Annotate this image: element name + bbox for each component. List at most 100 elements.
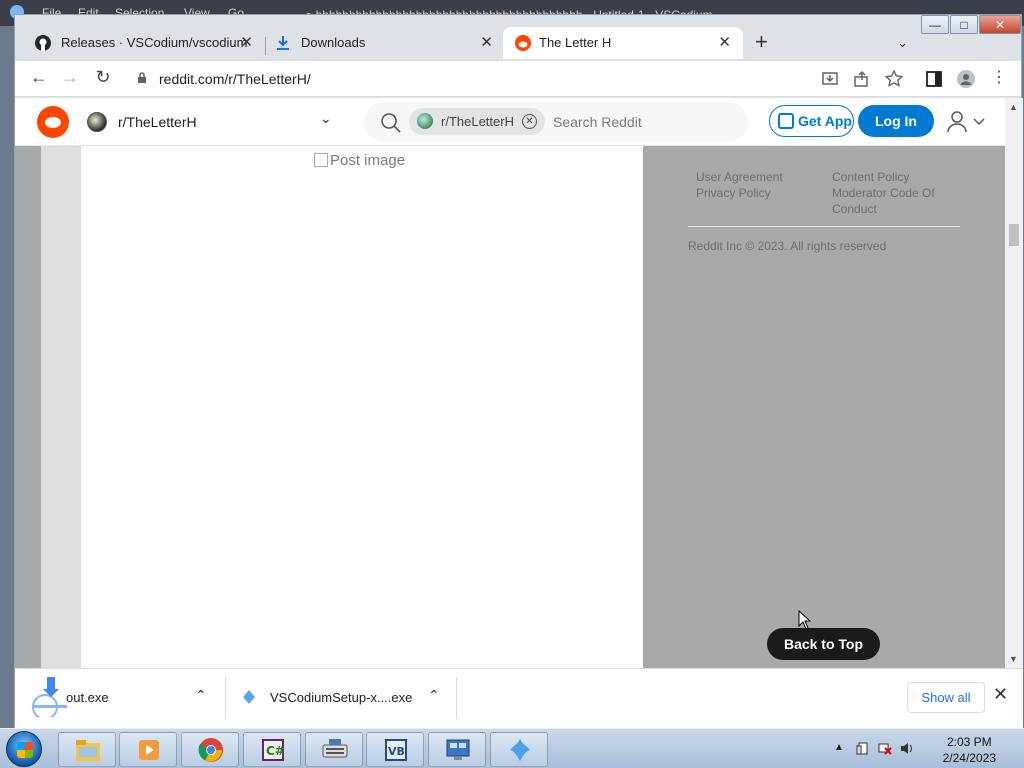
clock-time: 2:03 PM	[946, 735, 992, 749]
user-menu-icon[interactable]	[947, 110, 987, 134]
vscodium-file-icon	[243, 690, 255, 704]
side-panel-icon[interactable]	[925, 70, 943, 88]
link-user-agreement[interactable]: User Agreement	[696, 169, 783, 185]
downloads-shelf: out.exe ⌃ VSCodiumSetup-x....exe ⌃ Show …	[15, 668, 1023, 728]
taskbar-visual-basic[interactable]: VB	[366, 732, 424, 767]
action-center-icon[interactable]	[856, 742, 870, 755]
show-all-downloads-button[interactable]: Show all	[907, 682, 985, 713]
download-options-chevron-icon[interactable]: ⌃	[428, 687, 440, 704]
install-app-icon[interactable]	[821, 70, 839, 88]
close-downloads-shelf-icon[interactable]: ✕	[993, 684, 1008, 705]
reddit-search-bar[interactable]: r/TheLetterH ✕ Search Reddit	[364, 102, 748, 142]
download-item-out[interactable]: out.exe ⌃	[15, 669, 225, 729]
chrome-window: — □ ✕ Releases · VSCodium/vscodium ✕ Dow…	[14, 14, 1023, 728]
tab-search-chevron-icon[interactable]: ⌄	[897, 35, 908, 51]
windows-logo-icon	[17, 742, 33, 758]
scrollbar-thumb[interactable]	[1009, 224, 1019, 246]
explorer-icon	[76, 740, 100, 761]
taskbar-vscodium[interactable]	[490, 732, 548, 767]
back-arrow-icon[interactable]: ←	[27, 67, 51, 88]
chip-subreddit-avatar	[417, 113, 433, 129]
volume-icon[interactable]	[900, 742, 914, 755]
taskbar-chrome[interactable]	[181, 732, 239, 767]
close-tab-icon[interactable]: ✕	[240, 27, 253, 59]
subreddit-dropdown-chevron-icon[interactable]: ⌄	[320, 110, 332, 127]
search-scope-chip[interactable]: r/TheLetterH ✕	[409, 108, 545, 135]
download-progress-icon	[32, 677, 67, 717]
tab-downloads[interactable]: Downloads ✕	[255, 27, 505, 59]
kebab-menu-icon[interactable]: ⋮	[987, 67, 1011, 87]
reddit-header: r/TheLetterH ⌄ r/TheLetterH ✕ Search Red…	[15, 98, 1005, 146]
download-separator	[225, 677, 226, 719]
scroll-down-arrow-icon[interactable]: ▼	[1009, 654, 1018, 664]
subreddit-name[interactable]: r/TheLetterH	[118, 114, 197, 130]
login-button[interactable]: Log In	[858, 105, 934, 137]
bookmark-star-icon[interactable]	[885, 70, 903, 88]
windows-taskbar: C# VB ▲ 2:03 PM 2/24/2023	[0, 728, 1024, 768]
tab-releases[interactable]: Releases · VSCodium/vscodium ✕	[15, 27, 265, 59]
taskbar-keyboard[interactable]	[305, 732, 363, 767]
download-options-chevron-icon[interactable]: ⌃	[195, 687, 207, 704]
link-moderator-code-cont[interactable]: Conduct	[832, 201, 877, 217]
chrome-icon	[198, 738, 223, 762]
profile-icon[interactable]	[957, 70, 975, 88]
link-privacy-policy[interactable]: Privacy Policy	[696, 185, 771, 201]
forward-arrow-icon[interactable]: →	[58, 67, 82, 88]
vscodium-icon	[510, 739, 530, 761]
close-tab-icon[interactable]: ✕	[718, 27, 731, 59]
download-filename: VSCodiumSetup-x....exe	[270, 690, 413, 705]
get-app-button[interactable]: Get App	[769, 105, 854, 137]
back-to-top-button[interactable]: Back to Top	[767, 628, 880, 660]
close-tab-icon[interactable]: ✕	[480, 27, 493, 59]
taskbar-remote-desktop[interactable]	[428, 732, 486, 767]
tab-title: Downloads	[301, 35, 366, 50]
remote-desktop-icon	[446, 739, 470, 760]
csharp-icon: C#	[262, 739, 285, 761]
link-content-policy[interactable]: Content Policy	[832, 169, 909, 185]
download-separator	[456, 677, 457, 719]
share-icon[interactable]	[853, 70, 871, 88]
reddit-icon	[515, 35, 531, 51]
system-clock[interactable]: 2:03 PM 2/24/2023	[943, 734, 996, 766]
link-moderator-code[interactable]: Moderator Code Of	[832, 185, 935, 201]
chip-label: r/TheLetterH	[441, 114, 514, 129]
address-bar[interactable]: reddit.com/r/TheLetterH/	[125, 64, 895, 93]
new-tab-button[interactable]: +	[755, 29, 768, 55]
visual-basic-icon: VB	[385, 739, 407, 761]
post-image-alt-text: Post image	[330, 152, 406, 169]
post-content: Post image	[81, 146, 643, 668]
subreddit-avatar	[87, 112, 107, 132]
show-hidden-icons-icon[interactable]: ▲	[834, 742, 848, 755]
taskbar-media-player[interactable]	[119, 732, 177, 767]
scroll-up-arrow-icon[interactable]: ▲	[1009, 102, 1018, 112]
left-gutter	[15, 146, 81, 668]
search-input[interactable]: Search Reddit	[553, 114, 642, 130]
tab-title: Releases · VSCodium/vscodium	[61, 35, 248, 50]
tab-title: The Letter H	[539, 35, 612, 50]
search-icon	[381, 113, 401, 133]
tab-strip: Releases · VSCodium/vscodium ✕ Downloads…	[15, 23, 1021, 61]
page-scrollbar[interactable]: ▲ ▼	[1005, 98, 1023, 668]
taskbar-csharp[interactable]: C#	[243, 732, 301, 767]
chip-clear-icon[interactable]: ✕	[522, 114, 537, 129]
svg-text:VB: VB	[388, 745, 405, 758]
github-icon	[35, 35, 51, 51]
copyright-text: Reddit Inc © 2023. All rights reserved	[688, 239, 887, 253]
broken-image-icon	[314, 153, 328, 167]
svg-text:C#: C#	[266, 744, 285, 758]
reload-icon[interactable]: ↻	[91, 67, 115, 88]
tab-the-letter-h[interactable]: The Letter H ✕	[503, 27, 743, 59]
browser-toolbar: ← → ↻ reddit.com/r/TheLetterH/ ⋮	[15, 61, 1021, 97]
start-button[interactable]	[6, 731, 42, 767]
system-tray: ▲ 2:03 PM 2/24/2023	[834, 729, 1024, 768]
download-item-vscodium[interactable]: VSCodiumSetup-x....exe ⌃	[237, 669, 457, 729]
post-image-broken[interactable]: Post image	[314, 152, 405, 169]
footer-divider	[688, 226, 960, 227]
taskbar-explorer[interactable]	[58, 732, 116, 767]
lock-icon	[138, 72, 146, 83]
network-icon[interactable]	[878, 742, 892, 755]
get-app-label: Get App	[798, 113, 852, 129]
reddit-logo-icon[interactable]	[37, 106, 69, 138]
keyboard-icon	[322, 739, 348, 758]
web-page: r/TheLetterH ⌄ r/TheLetterH ✕ Search Red…	[15, 98, 1023, 668]
